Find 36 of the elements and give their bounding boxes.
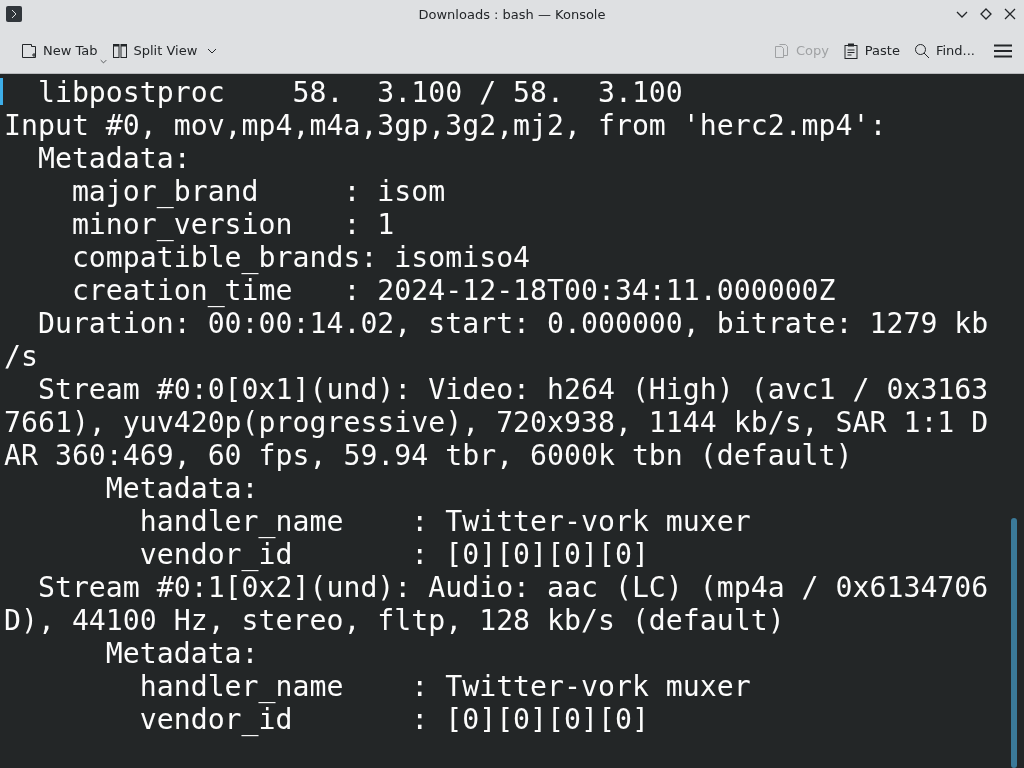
line-marker bbox=[0, 78, 3, 105]
new-tab-button[interactable]: New Tab bbox=[16, 38, 103, 63]
terminal-line: vendor_id : [0][0][0][0] bbox=[138, 703, 650, 736]
terminal-line: compatible_brands: isomiso4 bbox=[70, 241, 532, 274]
paste-button[interactable]: Paste bbox=[837, 38, 905, 63]
terminal-line: Input #0, mov,mp4,m4a,3gp,3g2,mj2, from 'herc2.mp4': bbox=[4, 109, 888, 142]
find-button[interactable]: Find... bbox=[908, 38, 980, 63]
terminal-line: AR 360:469, 60 fps, 59.94 tbr, 6000k tbn (default) bbox=[4, 439, 854, 472]
split-view-icon bbox=[111, 42, 128, 59]
maximize-icon[interactable] bbox=[980, 8, 992, 20]
copy-icon bbox=[773, 42, 790, 59]
terminal-line: handler_name : Twitter-vork muxer bbox=[138, 505, 752, 538]
terminal-line: Stream #0:1[0x2](und): Audio: aac (LC) (mp4a / 0x6134706 bbox=[36, 571, 989, 604]
terminal-line: Metadata: bbox=[104, 637, 260, 670]
menu-icon[interactable] bbox=[994, 43, 1012, 58]
terminal-line: libpostproc 58. 3.100 / 58. 3.100 bbox=[36, 76, 684, 109]
terminal-line: Metadata: bbox=[104, 472, 260, 505]
terminal-line: vendor_id : [0][0][0][0] bbox=[138, 538, 650, 571]
terminal-line: /s bbox=[4, 340, 39, 373]
terminal-line: 7661), yuv420p(progressive), 720x938, 1144 kb/s, SAR 1:1 D bbox=[4, 406, 989, 439]
window-title: Downloads : bash — Konsole bbox=[418, 6, 606, 22]
terminal-line: handler_name : Twitter-vork muxer bbox=[138, 670, 752, 703]
terminal-line: creation_time : 2024-12-18T00:34:11.000000Z bbox=[70, 274, 837, 307]
terminal-line: Duration: 00:00:14.02, start: 0.000000, bitrate: 1279 kb bbox=[36, 307, 989, 340]
new-tab-icon bbox=[21, 42, 37, 59]
close-icon[interactable] bbox=[1004, 8, 1016, 20]
terminal-icon bbox=[6, 6, 22, 22]
terminal-line: major_brand : isom bbox=[70, 175, 447, 208]
terminal-line: Stream #0:0[0x1](und): Video: h264 (High) (avc1 / 0x3163 bbox=[36, 373, 989, 406]
terminal-line: Metadata: bbox=[36, 142, 192, 175]
terminal-line: D), 44100 Hz, stereo, fltp, 128 kb/s (default) bbox=[4, 604, 786, 637]
terminal-line: minor_version : 1 bbox=[70, 208, 396, 241]
split-view-button[interactable]: Split View bbox=[106, 38, 223, 63]
scrollbar[interactable] bbox=[1011, 518, 1017, 768]
search-icon bbox=[913, 42, 930, 59]
clipboard-icon bbox=[842, 42, 859, 59]
